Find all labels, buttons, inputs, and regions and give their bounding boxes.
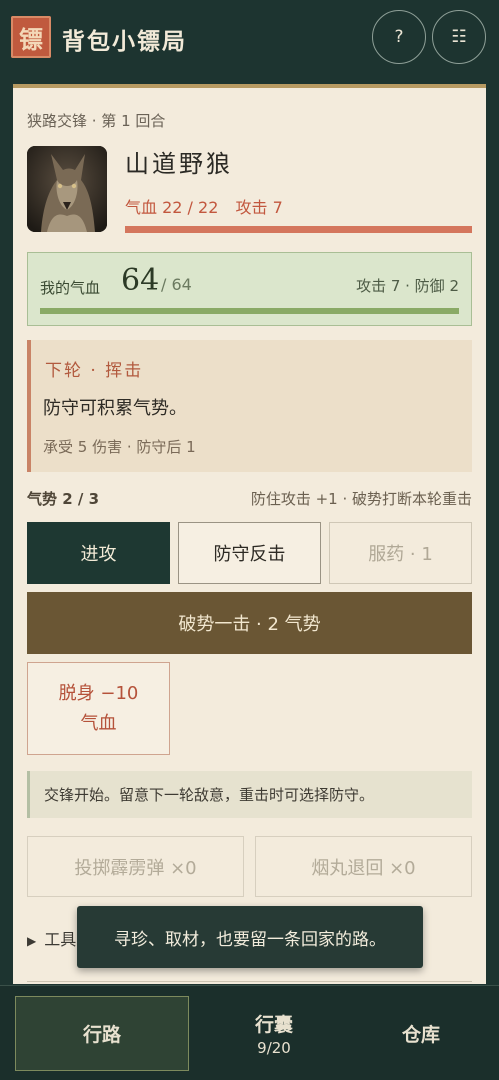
app-title: 背包小镖局 [62, 28, 187, 55]
player-hp-label: 我的气血 [40, 279, 101, 297]
player-hp-fill [40, 308, 459, 314]
top-bar: 镖 背包小镖局 ? ☷ [0, 0, 499, 74]
intent-text: 防守可积累气势。 [43, 398, 187, 419]
enemy-hp-bar [125, 226, 472, 233]
enemy-intent-box: 下轮 · 挥击 防守可积累气势。 承受 5 伤害 · 防守后 1 [27, 340, 472, 472]
battle-panel: 狭路交锋 · 第 1 回合 山道野狼 气血 22 / 22 攻击 7 我的气血 … [13, 84, 486, 984]
bottom-nav: 行路 行囊 9/20 仓库 [0, 985, 499, 1080]
enemy-name: 山道野狼 [125, 150, 233, 178]
intent-meta: 承受 5 伤害 · 防守后 1 [43, 438, 196, 456]
enemy-attack: 攻击 7 [235, 198, 283, 217]
player-status-box: 我的气血 64 / 64 攻击 7 · 防御 2 [27, 252, 472, 326]
flee-button[interactable]: 脱身 −10 气血 [27, 662, 170, 755]
flee-label-line1: 脱身 −10 [58, 682, 139, 704]
encounter-header: 狭路交锋 · 第 1 回合 [27, 112, 166, 130]
wolf-portrait [27, 146, 107, 232]
flee-label-line2: 气血 [80, 712, 117, 734]
intent-title: 下轮 · 挥击 [45, 361, 144, 381]
nav-road-label: 行路 [82, 1024, 121, 1046]
nav-tab-store[interactable]: 仓库 [336, 996, 499, 1071]
throw-bomb-button[interactable]: 投掷霹雳弹 ×0 [27, 836, 244, 897]
toast-message: 寻珍、取材，也要留一条回家的路。 [77, 906, 423, 968]
expand-triangle-icon: ▶ [27, 934, 37, 948]
battle-log: 交锋开始。留意下一轮敌意，重击时可选择防守。 [27, 771, 472, 818]
nav-tab-pack[interactable]: 行囊 9/20 [189, 996, 359, 1071]
player-stats: 攻击 7 · 防御 2 [356, 277, 459, 295]
nav-store-label: 仓库 [401, 1024, 440, 1046]
app-logo-icon: 镖 [11, 16, 51, 58]
break-strike-button[interactable]: 破势一击 · 2 气势 [27, 592, 472, 654]
attack-button[interactable]: 进攻 [27, 522, 170, 584]
enemy-hp-value: 22 / 22 [162, 198, 219, 217]
help-button[interactable]: ? [372, 10, 426, 64]
nav-tab-road[interactable]: 行路 [15, 996, 189, 1071]
nav-pack-count: 9/20 [257, 1039, 291, 1057]
player-hp-max: / 64 [161, 275, 192, 294]
momentum-label: 气势 2 / 3 [27, 490, 100, 508]
enemy-hp-label: 气血 [125, 198, 158, 217]
nav-pack-label: 行囊 [254, 1014, 293, 1036]
momentum-tip: 防住攻击 +1 · 破势打断本轮重击 [250, 490, 472, 508]
menu-button[interactable]: ☷ [432, 10, 486, 64]
potion-button[interactable]: 服药 · 1 [329, 522, 472, 584]
player-hp-value: 64 [121, 263, 160, 298]
divider [27, 981, 472, 982]
enemy-hp-fill [125, 226, 472, 233]
player-hp-bar [40, 308, 459, 314]
smoke-retreat-button[interactable]: 烟丸退回 ×0 [255, 836, 472, 897]
enemy-stats: 气血 22 / 22 攻击 7 [125, 194, 283, 218]
defend-counter-button[interactable]: 防守反击 [178, 522, 321, 584]
